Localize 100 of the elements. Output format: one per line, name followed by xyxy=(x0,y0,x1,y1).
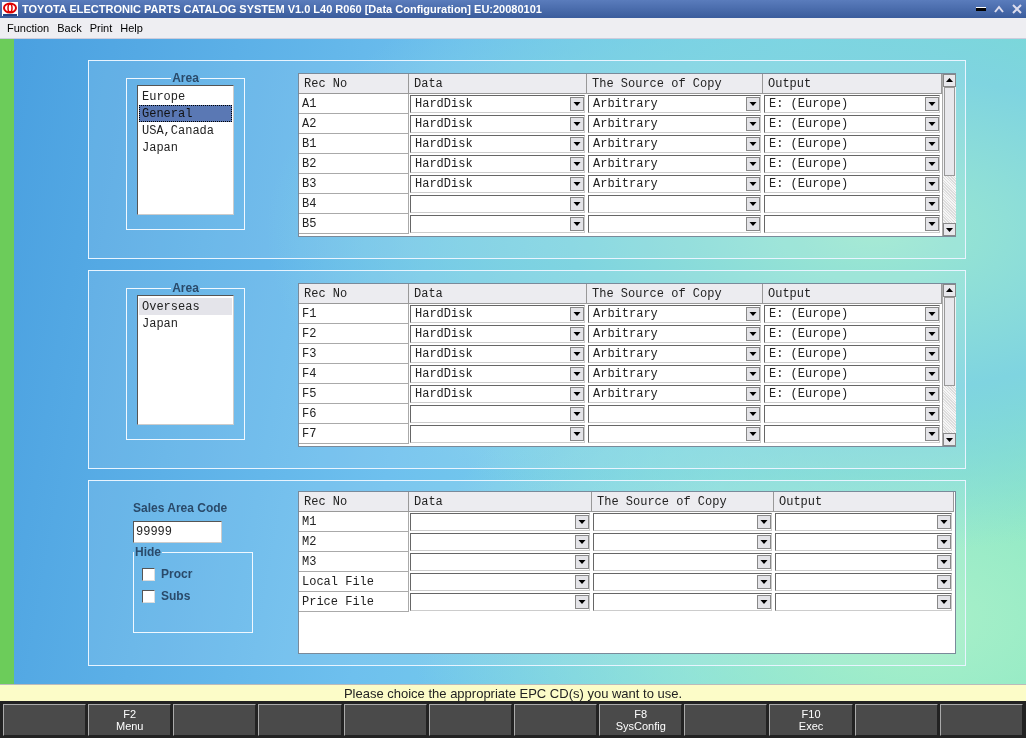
combo-box[interactable] xyxy=(764,425,940,443)
combo-box[interactable] xyxy=(410,195,585,213)
combo-box[interactable]: HardDisk xyxy=(410,175,585,193)
vertical-scrollbar[interactable] xyxy=(942,284,956,446)
combo-box[interactable] xyxy=(593,553,772,571)
close-icon[interactable] xyxy=(1012,4,1022,14)
vertical-scrollbar[interactable] xyxy=(942,74,956,236)
combo-box[interactable]: HardDisk xyxy=(410,135,585,153)
checkbox[interactable] xyxy=(142,567,155,581)
combo-box[interactable] xyxy=(410,405,585,423)
combo-box[interactable] xyxy=(588,195,761,213)
combo-box[interactable] xyxy=(764,195,940,213)
combo-box[interactable] xyxy=(775,573,952,591)
combo-box[interactable]: HardDisk xyxy=(410,115,585,133)
sales-area-code-field[interactable]: 99999 xyxy=(133,521,222,543)
combo-box[interactable]: HardDisk xyxy=(410,345,585,363)
function-key-button[interactable] xyxy=(854,704,938,736)
combo-box[interactable]: Arbitrary xyxy=(588,305,761,323)
combo-box[interactable]: E: (Europe) xyxy=(764,115,940,133)
table-cell: F1 xyxy=(299,304,409,324)
function-key-button[interactable] xyxy=(428,704,512,736)
list-item[interactable]: General xyxy=(139,105,232,122)
combo-box[interactable] xyxy=(588,215,761,233)
combo-box[interactable] xyxy=(775,513,952,531)
combo-box[interactable] xyxy=(410,513,590,531)
combo-box[interactable] xyxy=(410,553,590,571)
combo-box[interactable] xyxy=(410,425,585,443)
function-key-button[interactable] xyxy=(173,704,257,736)
combo-box[interactable]: HardDisk xyxy=(410,305,585,323)
combo-box[interactable]: HardDisk xyxy=(410,385,585,403)
column-header: Data xyxy=(409,492,592,512)
combo-box[interactable] xyxy=(588,405,761,423)
function-key-button[interactable] xyxy=(514,704,598,736)
list-item[interactable]: Japan xyxy=(139,139,232,156)
combo-box[interactable] xyxy=(593,593,772,611)
combo-box[interactable] xyxy=(593,513,772,531)
table-cell: B5 xyxy=(299,214,409,234)
status-message: Please choice the appropriate EPC CD(s) you want to use. xyxy=(343,685,683,701)
combo-box[interactable]: HardDisk xyxy=(410,325,585,343)
combo-box[interactable]: E: (Europe) xyxy=(764,155,940,173)
combo-box[interactable]: E: (Europe) xyxy=(764,345,940,363)
combo-box[interactable]: HardDisk xyxy=(410,365,585,383)
combo-box[interactable]: E: (Europe) xyxy=(764,95,940,113)
checkbox[interactable] xyxy=(142,589,155,603)
combo-box[interactable] xyxy=(410,215,585,233)
combo-box[interactable]: Arbitrary xyxy=(588,135,761,153)
combo-box[interactable]: E: (Europe) xyxy=(764,365,940,383)
combo-box[interactable] xyxy=(764,405,940,423)
list-item[interactable]: USA,Canada xyxy=(139,122,232,139)
combo-box[interactable] xyxy=(775,533,952,551)
table-cell: F2 xyxy=(299,324,409,344)
combo-box[interactable] xyxy=(775,553,952,571)
combo-box[interactable]: E: (Europe) xyxy=(764,305,940,323)
column-header: Data xyxy=(409,284,587,304)
combo-box[interactable] xyxy=(593,533,772,551)
list-item[interactable]: Europe xyxy=(139,88,232,105)
function-key-button[interactable] xyxy=(939,704,1023,736)
combo-box[interactable]: Arbitrary xyxy=(588,115,761,133)
combo-box[interactable]: HardDisk xyxy=(410,155,585,173)
function-key-button[interactable] xyxy=(3,704,87,736)
combo-box[interactable] xyxy=(764,215,940,233)
menu-item[interactable]: Function xyxy=(3,22,54,34)
table-cell: Price File xyxy=(299,592,409,612)
combo-box[interactable]: Arbitrary xyxy=(588,155,761,173)
list-item[interactable]: Japan xyxy=(139,315,232,332)
scrollbar-thumb[interactable] xyxy=(944,297,955,386)
group-label: Hide xyxy=(134,545,162,559)
function-key-button[interactable]: F2 Menu xyxy=(88,704,172,736)
menu-item[interactable]: Print xyxy=(85,22,117,34)
function-key-button[interactable]: F8 SysConfig xyxy=(599,704,683,736)
combo-box[interactable]: HardDisk xyxy=(410,95,585,113)
combo-box[interactable] xyxy=(410,593,590,611)
combo-box[interactable]: E: (Europe) xyxy=(764,385,940,403)
combo-box[interactable]: Arbitrary xyxy=(588,385,761,403)
function-key-button[interactable] xyxy=(684,704,768,736)
combo-box[interactable] xyxy=(593,573,772,591)
function-key-button[interactable] xyxy=(258,704,342,736)
maximize-icon[interactable] xyxy=(994,5,1004,13)
combo-box[interactable] xyxy=(410,533,590,551)
combo-box[interactable]: Arbitrary xyxy=(588,325,761,343)
combo-box[interactable]: E: (Europe) xyxy=(764,325,940,343)
function-key-button[interactable]: F10 Exec xyxy=(769,704,853,736)
menu-item[interactable]: Help xyxy=(116,22,147,34)
combo-box[interactable]: Arbitrary xyxy=(588,175,761,193)
combo-box[interactable] xyxy=(588,425,761,443)
combo-box[interactable]: E: (Europe) xyxy=(764,135,940,153)
combo-box[interactable]: E: (Europe) xyxy=(764,175,940,193)
combo-box[interactable]: Arbitrary xyxy=(588,95,761,113)
list-item[interactable]: Overseas xyxy=(139,298,232,315)
function-key-button[interactable] xyxy=(343,704,427,736)
menu-item[interactable]: Back xyxy=(53,22,86,34)
table-cell: B1 xyxy=(299,134,409,154)
minimize-icon[interactable] xyxy=(976,5,986,13)
combo-box[interactable]: Arbitrary xyxy=(588,365,761,383)
combo-box[interactable] xyxy=(410,573,590,591)
scrollbar-thumb[interactable] xyxy=(944,87,955,176)
combo-box[interactable] xyxy=(775,593,952,611)
column-header: Data xyxy=(409,74,587,94)
column-header: The Source of Copy xyxy=(592,492,774,512)
combo-box[interactable]: Arbitrary xyxy=(588,345,761,363)
